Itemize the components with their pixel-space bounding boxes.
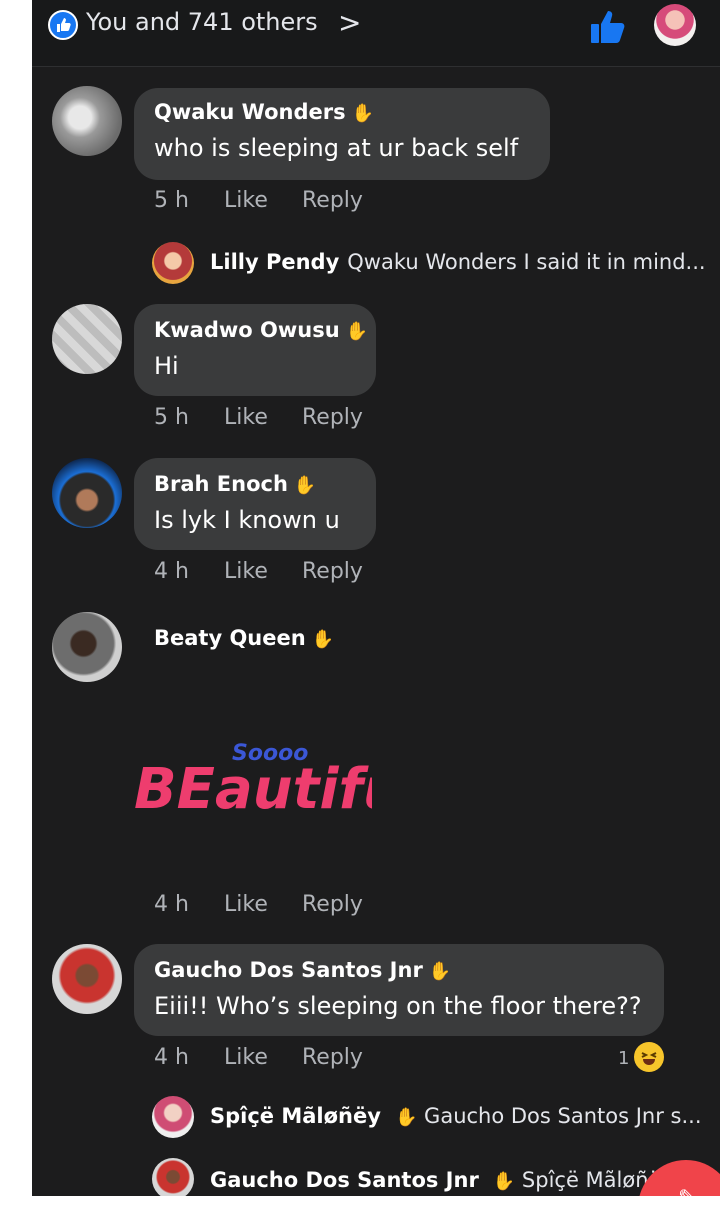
- avatar[interactable]: [52, 944, 122, 1014]
- comments-screen: You and 741 others > Qwaku Wonders ✋ who …: [32, 0, 720, 1196]
- reply-link[interactable]: Reply: [302, 1045, 363, 1070]
- like-link[interactable]: Like: [224, 559, 268, 584]
- commenter-name[interactable]: Qwaku Wonders ✋: [154, 100, 374, 124]
- sticker-letter-b: BEautiful: [134, 757, 372, 820]
- chevron-right-icon[interactable]: >: [338, 6, 361, 39]
- comment-time: 4 h: [154, 1045, 189, 1070]
- reply-author: Spîçë Mãløñëy: [210, 1104, 381, 1128]
- user-avatar[interactable]: [654, 4, 696, 46]
- like-reaction-icon: [48, 10, 78, 40]
- reply-author: Gaucho Dos Santos Jnr: [210, 1168, 479, 1192]
- like-thumb-icon[interactable]: [588, 8, 628, 46]
- like-link[interactable]: Like: [224, 1045, 268, 1070]
- wave-icon: ✋: [311, 629, 335, 650]
- reply-link[interactable]: Reply: [302, 405, 363, 430]
- wave-icon: ✋: [394, 1107, 418, 1128]
- comment-time: 4 h: [154, 559, 189, 584]
- wave-icon: ✋: [492, 1171, 516, 1192]
- comment-text: Is lyk I known u: [154, 506, 340, 534]
- like-link[interactable]: Like: [224, 188, 268, 213]
- compose-icon: ✎: [678, 1186, 696, 1196]
- comment-time: 5 h: [154, 405, 189, 430]
- wave-icon: ✋: [428, 961, 452, 982]
- wave-icon: ✋: [345, 321, 369, 342]
- reply-link[interactable]: Reply: [302, 188, 363, 213]
- commenter-name[interactable]: Beaty Queen ✋: [154, 626, 334, 650]
- like-link[interactable]: Like: [224, 405, 268, 430]
- sticker-text: BEautiful: [134, 757, 372, 820]
- avatar[interactable]: [152, 1096, 194, 1138]
- avatar[interactable]: [52, 458, 122, 528]
- compose-button[interactable]: ✎: [638, 1160, 720, 1196]
- avatar[interactable]: [152, 242, 194, 284]
- reply-link[interactable]: Reply: [302, 559, 363, 584]
- reply-text: Gaucho Dos Santos Jnr s...: [424, 1104, 702, 1128]
- commenter-name[interactable]: Brah Enoch ✋: [154, 472, 316, 496]
- avatar[interactable]: [52, 304, 122, 374]
- reply-text: Qwaku Wonders I said it in mind...: [347, 250, 706, 274]
- reply-author: Lilly Pendy: [210, 250, 340, 274]
- reply-preview[interactable]: Spîçë Mãløñëy ✋ Gaucho Dos Santos Jnr s..…: [210, 1104, 702, 1128]
- reply-preview[interactable]: Gaucho Dos Santos Jnr ✋ Spîçë Mãløñë: [210, 1168, 661, 1192]
- commenter-name[interactable]: Gaucho Dos Santos Jnr ✋: [154, 958, 451, 982]
- avatar[interactable]: [52, 86, 122, 156]
- reactions-header: You and 741 others >: [32, 0, 720, 67]
- reply-preview[interactable]: Lilly Pendy Qwaku Wonders I said it in mi…: [210, 250, 706, 274]
- commenter-name[interactable]: Kwadwo Owusu ✋: [154, 318, 368, 342]
- reply-text: Spîçë Mãløñë: [521, 1168, 662, 1192]
- comment-time: 4 h: [154, 892, 189, 917]
- laugh-emoji-icon[interactable]: [634, 1042, 664, 1072]
- reaction-count[interactable]: 1: [618, 1048, 629, 1069]
- reactions-summary[interactable]: You and 741 others: [86, 8, 318, 36]
- comment-time: 5 h: [154, 188, 189, 213]
- comment-text: Eiii!! Who’s sleeping on the floor there…: [154, 992, 642, 1020]
- wave-icon: ✋: [293, 475, 317, 496]
- avatar[interactable]: [152, 1158, 194, 1196]
- reply-link[interactable]: Reply: [302, 892, 363, 917]
- like-link[interactable]: Like: [224, 892, 268, 917]
- wave-icon: ✋: [351, 103, 374, 124]
- beautiful-sticker[interactable]: Soooo BEautiful: [132, 730, 372, 820]
- comment-text: Hi: [154, 352, 179, 380]
- comment-text: who is sleeping at ur back self: [154, 134, 519, 162]
- avatar[interactable]: [52, 612, 122, 682]
